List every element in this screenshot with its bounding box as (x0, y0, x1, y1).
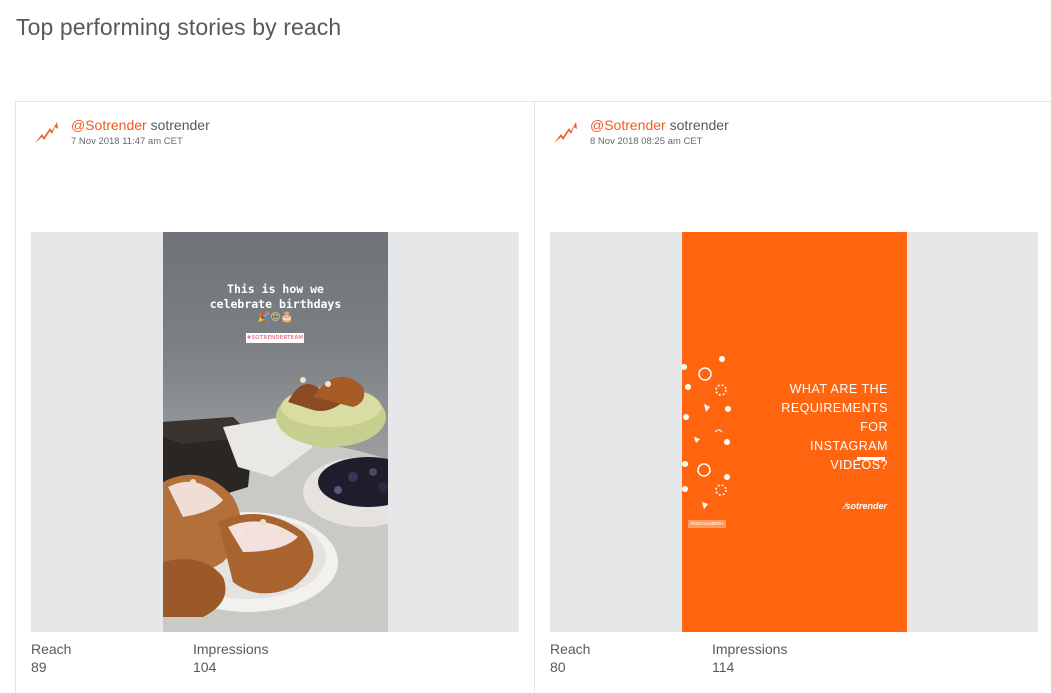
impressions-label: Impressions (193, 641, 269, 657)
author-handle-link[interactable]: @Sotrender (71, 117, 147, 133)
reach-value: 80 (550, 659, 566, 675)
author-name: sotrender (150, 117, 210, 133)
story-media[interactable]: This is how we celebrate birthdays 🎉😊🎂 #… (31, 232, 519, 632)
story-caption: This is how we celebrate birthdays (209, 282, 342, 311)
reach-label: Reach (31, 641, 72, 657)
story-headline: WHAT ARE THE REQUIREMENTS FOR INSTAGRAM … (781, 382, 888, 472)
author-handle-link[interactable]: @Sotrender (590, 117, 666, 133)
impressions-label: Impressions (712, 641, 788, 657)
author-name: sotrender (669, 117, 729, 133)
sotrender-logo-icon (554, 122, 577, 143)
reach-label: Reach (550, 641, 591, 657)
impressions-value: 114 (712, 659, 735, 675)
story-media[interactable]: WHAT ARE THE REQUIREMENTS FOR INSTAGRAM … (550, 232, 1038, 632)
author-line: @Sotrender sotrender (590, 117, 729, 133)
sotrender-wordmark: ⁄sotrender (843, 501, 887, 511)
reach-value: 89 (31, 659, 47, 675)
story-image[interactable]: WHAT ARE THE REQUIREMENTS FOR INSTAGRAM … (682, 232, 907, 632)
story-card[interactable]: @Sotrender sotrender 7 Nov 2018 11:47 am… (16, 102, 535, 693)
post-date: 8 Nov 2018 08:25 am CET (590, 136, 703, 147)
page-title: Top performing stories by reach (16, 14, 342, 40)
story-emoji: 🎉😊🎂 (257, 312, 294, 323)
impressions-value: 104 (193, 659, 217, 675)
author-line: @Sotrender sotrender (71, 117, 210, 133)
story-hashtag-sticker: #SOCIALMEDIA (688, 520, 726, 528)
stories-grid: @Sotrender sotrender 7 Nov 2018 11:47 am… (15, 101, 1051, 693)
post-date: 7 Nov 2018 11:47 am CET (71, 136, 183, 147)
story-card[interactable]: @Sotrender sotrender 8 Nov 2018 08:25 am… (535, 102, 1051, 693)
headline-underline (857, 457, 885, 460)
story-image[interactable]: This is how we celebrate birthdays 🎉😊🎂 #… (163, 232, 388, 632)
story-hashtag-sticker: #SOTRENDERTEAM (246, 333, 304, 343)
sotrender-logo-icon (35, 122, 58, 143)
